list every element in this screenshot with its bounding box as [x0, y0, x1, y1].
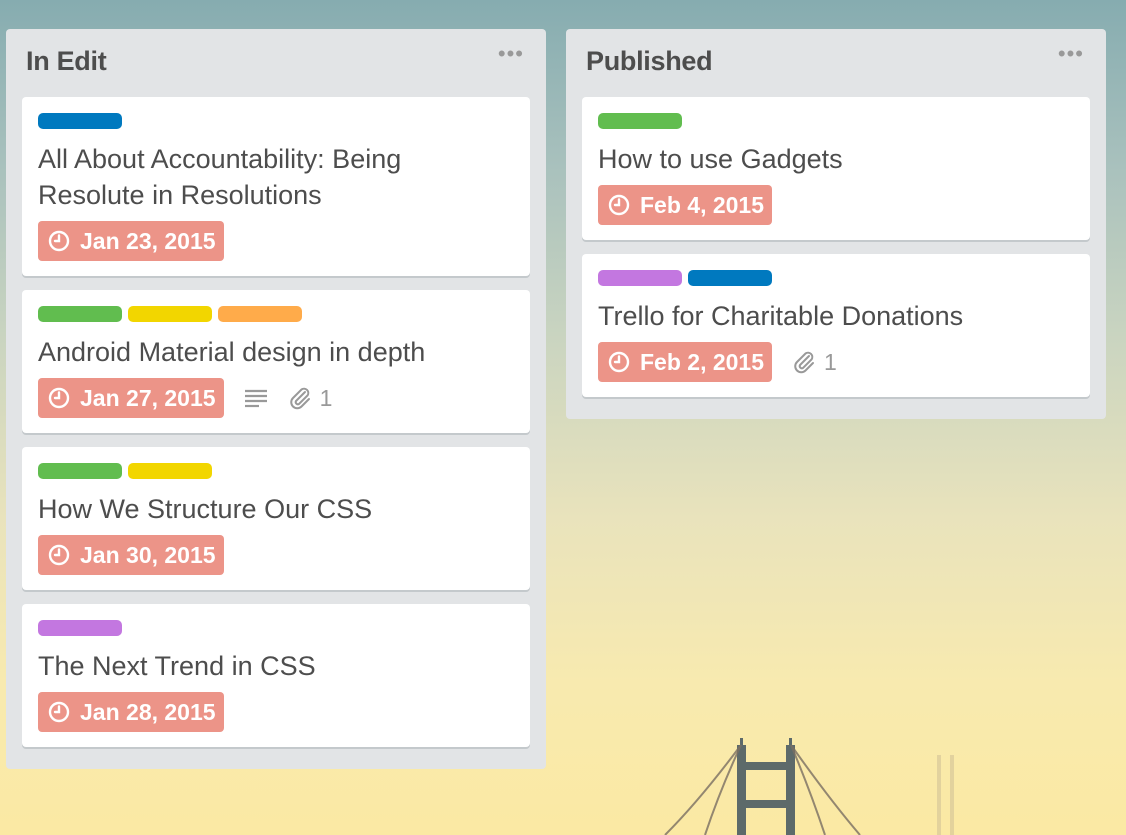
due-date-text: Jan 30, 2015	[80, 541, 216, 568]
label-blue	[688, 270, 772, 286]
due-date-badge: Feb 2, 2015	[598, 342, 773, 382]
label-orange	[218, 306, 302, 322]
due-date-badge: Jan 27, 2015	[38, 378, 224, 418]
clock-icon	[48, 701, 70, 723]
card-title: Android Material design in depth	[38, 337, 426, 367]
list-in-edit: In Edit ••• All About Accountability: Be…	[6, 29, 546, 769]
card-title: The Next Trend in CSS	[38, 651, 316, 681]
due-date-badge: Jan 30, 2015	[38, 535, 224, 575]
card[interactable]: All About Accountability: Being Resolute…	[22, 97, 530, 276]
due-date-badge: Jan 28, 2015	[38, 692, 224, 732]
clock-icon	[48, 230, 70, 252]
due-date-badge: Feb 4, 2015	[598, 185, 773, 225]
label-purple	[598, 270, 682, 286]
clock-icon	[48, 544, 70, 566]
paperclip-icon	[794, 351, 815, 374]
label-blue	[38, 113, 122, 129]
paperclip-icon	[289, 387, 310, 410]
clock-icon	[48, 387, 70, 409]
card-badges: Jan 23, 2015	[38, 221, 514, 261]
label-green	[38, 306, 122, 322]
card-labels	[38, 620, 514, 636]
card-labels	[38, 463, 514, 479]
label-green	[598, 113, 682, 129]
list-title[interactable]: Published	[586, 46, 713, 77]
card-badges: Jan 28, 2015	[38, 692, 514, 732]
card[interactable]: How We Structure Our CSS Jan 30, 2015	[22, 447, 530, 590]
attachment-count: 1	[319, 384, 333, 411]
card-labels	[38, 113, 514, 129]
card-badges: Feb 4, 2015	[598, 185, 1074, 225]
description-icon	[244, 387, 268, 409]
card-badges: Jan 30, 2015	[38, 535, 514, 575]
card-labels	[598, 113, 1074, 129]
card-title: Trello for Charitable Donations	[598, 301, 964, 331]
card-labels	[598, 270, 1074, 286]
card-badges: Jan 27, 2015 1	[38, 378, 514, 418]
clock-icon	[608, 351, 630, 373]
list-header: Published •••	[582, 29, 1090, 97]
card[interactable]: The Next Trend in CSS Jan 28, 2015	[22, 604, 530, 747]
card-title: How We Structure Our CSS	[38, 494, 373, 524]
more-horizontal-icon[interactable]: •••	[498, 43, 524, 65]
label-yellow	[128, 306, 212, 322]
list-header: In Edit •••	[22, 29, 530, 97]
list-title[interactable]: In Edit	[26, 46, 107, 77]
attachment-badge: 1	[288, 384, 333, 412]
label-yellow	[128, 463, 212, 479]
card[interactable]: Android Material design in depth Jan 27,…	[22, 290, 530, 433]
clock-icon	[608, 194, 630, 216]
card-title: All About Accountability: Being Resolute…	[38, 144, 402, 210]
card-badges: Feb 2, 2015 1	[598, 342, 1074, 382]
card-title: How to use Gadgets	[598, 144, 843, 174]
list-published: Published ••• How to use Gadgets Feb 4, …	[566, 29, 1106, 419]
card[interactable]: How to use Gadgets Feb 4, 2015	[582, 97, 1090, 240]
due-date-text: Feb 4, 2015	[640, 191, 765, 218]
label-green	[38, 463, 122, 479]
due-date-text: Jan 23, 2015	[80, 227, 216, 254]
due-date-text: Feb 2, 2015	[640, 348, 765, 375]
more-horizontal-icon[interactable]: •••	[1058, 43, 1084, 65]
card[interactable]: Trello for Charitable Donations Feb 2, 2…	[582, 254, 1090, 397]
label-purple	[38, 620, 122, 636]
card-labels	[38, 306, 514, 322]
due-date-badge: Jan 23, 2015	[38, 221, 224, 261]
due-date-text: Jan 28, 2015	[80, 698, 216, 725]
attachment-badge: 1	[792, 349, 837, 376]
due-date-text: Jan 27, 2015	[80, 384, 216, 411]
attachment-count: 1	[824, 348, 837, 375]
